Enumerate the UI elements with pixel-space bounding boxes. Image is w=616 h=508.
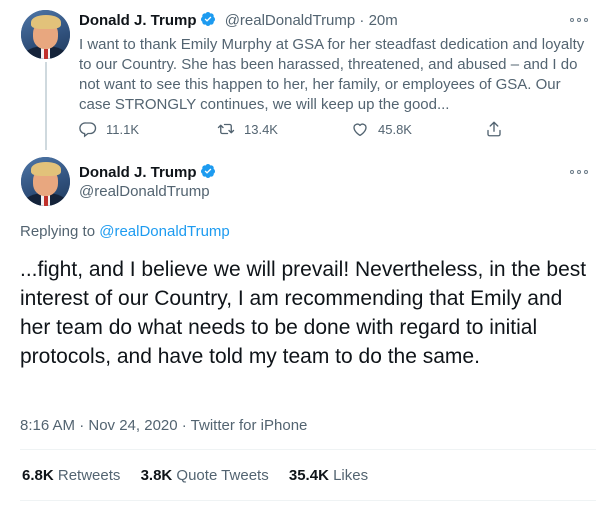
engagement-stats: 6.8K Retweets 3.8K Quote Tweets 35.4K Li…	[22, 467, 384, 484]
likes-stat[interactable]: 35.4K Likes	[289, 467, 368, 484]
likes-stat-label: Likes	[333, 467, 369, 484]
tweet2-text: ...fight, and I believe we will prevail!…	[20, 258, 587, 368]
tweet1-handle[interactable]: @realDonaldTrump	[225, 12, 356, 29]
retweets-stat-count: 6.8K	[22, 467, 54, 484]
more-options-icon[interactable]	[570, 16, 590, 24]
like-button[interactable]: 45.8K	[351, 120, 412, 138]
reply-icon	[79, 122, 97, 138]
retweet-button[interactable]: 13.4K	[217, 120, 278, 138]
tweet2-handle[interactable]: @realDonaldTrump	[79, 183, 210, 200]
like-count: 45.8K	[378, 121, 412, 137]
likes-stat-count: 35.4K	[288, 467, 329, 484]
verified-badge-icon	[200, 12, 215, 26]
quote-tweets-stat-count: 3.8K	[140, 467, 173, 484]
share-button[interactable]	[485, 120, 503, 138]
quote-tweets-stat[interactable]: 3.8K Quote Tweets	[141, 467, 269, 484]
verified-badge-icon	[200, 164, 215, 178]
tweet2-author-name[interactable]: Donald J. Trump	[79, 164, 197, 181]
thread-connector-line	[45, 62, 47, 150]
heart-icon	[353, 123, 367, 137]
quote-tweets-stat-label: Quote Tweets	[176, 467, 269, 484]
avatar[interactable]	[21, 10, 70, 59]
replying-to-label: Replying to	[20, 223, 100, 240]
tweet1-time[interactable]: · 20m	[359, 12, 397, 29]
reply-button[interactable]: 11.1K	[79, 120, 139, 138]
avatar[interactable]	[21, 157, 70, 206]
tweet1-author-name[interactable]: Donald J. Trump	[79, 12, 197, 29]
tweet1-text: I want to thank Emily Murphy at GSA for …	[79, 36, 585, 113]
tweet2-timestamp[interactable]: 8:16 AM · Nov 24, 2020 · Twitter for iPh…	[20, 417, 307, 434]
tweet1-header: Donald J. Trump @realDonaldTrump · 20m	[79, 11, 398, 29]
tweet1-actions: 11.1K 13.4K 45.8K	[79, 120, 519, 140]
replying-to: Replying to @realDonaldTrump	[20, 223, 230, 240]
retweet-icon	[217, 123, 235, 135]
reply-count: 11.1K	[106, 121, 140, 137]
divider	[20, 500, 596, 501]
retweets-stat[interactable]: 6.8K Retweets	[22, 467, 120, 484]
share-icon	[487, 121, 501, 137]
divider	[20, 449, 596, 450]
more-options-icon[interactable]	[570, 168, 590, 176]
replying-to-handle-link[interactable]: @realDonaldTrump	[99, 223, 230, 240]
retweet-count: 13.4K	[244, 121, 278, 137]
tweet2-header: Donald J. Trump	[79, 163, 216, 182]
retweets-stat-label: Retweets	[57, 467, 121, 484]
